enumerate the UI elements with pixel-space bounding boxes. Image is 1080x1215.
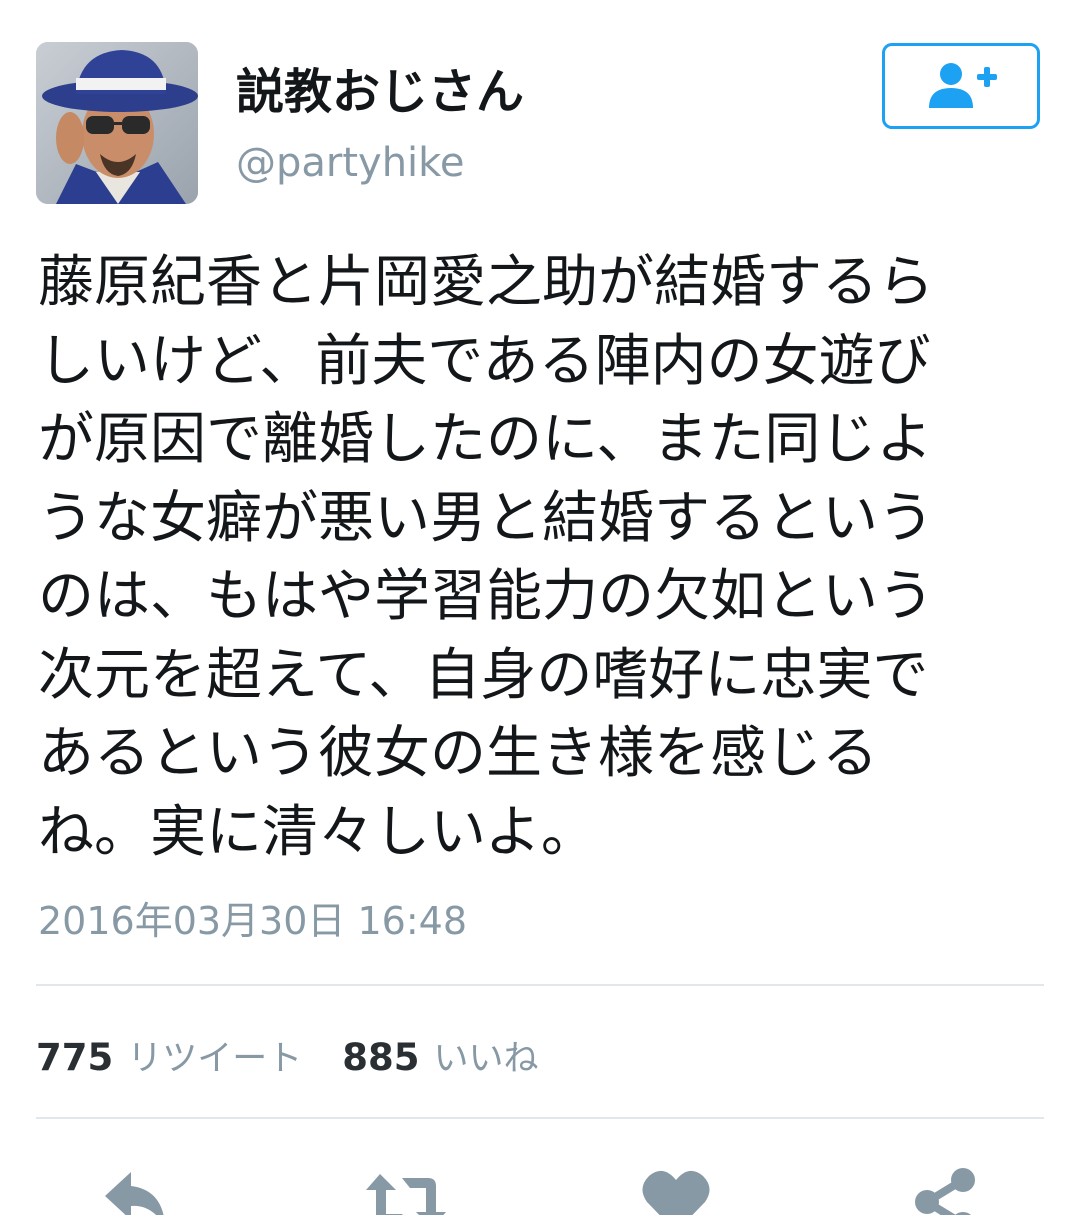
retweet-stat[interactable]: 775 リツイート xyxy=(36,1030,302,1081)
tweet-text-line: 次元を超えて、自身の嗜好に忠実で xyxy=(38,642,929,708)
retweet-count: 775 xyxy=(36,1035,114,1079)
tweet-text-line: 藤原紀香と片岡愛之助が結婚するら xyxy=(38,250,934,315)
heart-icon xyxy=(642,1170,710,1215)
like-button[interactable] xyxy=(636,1164,716,1215)
tweet-text-line: のは、もはや学習能力の欠如という xyxy=(38,564,934,629)
tweet-text-line: ね。実に清々しいよ。 xyxy=(38,799,597,865)
tweet-text: 藤原紀香と片岡愛之助が結婚するら しいけど、前夫である陣内の女遊び が原因で離婚… xyxy=(38,244,1008,872)
reply-button[interactable] xyxy=(96,1164,176,1215)
display-name[interactable]: 説教おじさん xyxy=(236,62,524,122)
like-stat[interactable]: 885 いいね xyxy=(342,1030,538,1081)
tweet-timestamp: 2016年03月30日 16:48 xyxy=(38,899,468,943)
divider xyxy=(36,984,1044,986)
tweet-text-line: あるという彼女の生き様を感じる xyxy=(38,721,878,786)
retweet-button[interactable] xyxy=(364,1164,448,1215)
tweet-stats: 775 リツイート 885 いいね xyxy=(36,1030,539,1080)
tweet-actions xyxy=(0,1150,1080,1215)
tweet-text-line: しいけど、前夫である陣内の女遊び xyxy=(38,328,931,394)
share-button[interactable] xyxy=(906,1164,986,1215)
reply-icon xyxy=(105,1172,164,1215)
avatar-image xyxy=(36,42,198,204)
like-count: 885 xyxy=(342,1035,420,1079)
add-user-icon xyxy=(929,63,997,108)
tweet-text-line: が原因で離婚したのに、また同じよ xyxy=(38,407,933,472)
retweet-label: リツイート xyxy=(127,1038,303,1079)
share-icon xyxy=(915,1168,975,1215)
follow-button[interactable] xyxy=(882,43,1040,129)
avatar[interactable] xyxy=(36,42,198,204)
user-handle[interactable]: @partyhike xyxy=(236,138,465,188)
tweet-text-line: うな女癖が悪い男と結婚するという xyxy=(38,485,934,551)
like-label: いいね xyxy=(433,1038,539,1079)
retweet-icon xyxy=(366,1174,446,1215)
divider xyxy=(36,1117,1044,1119)
